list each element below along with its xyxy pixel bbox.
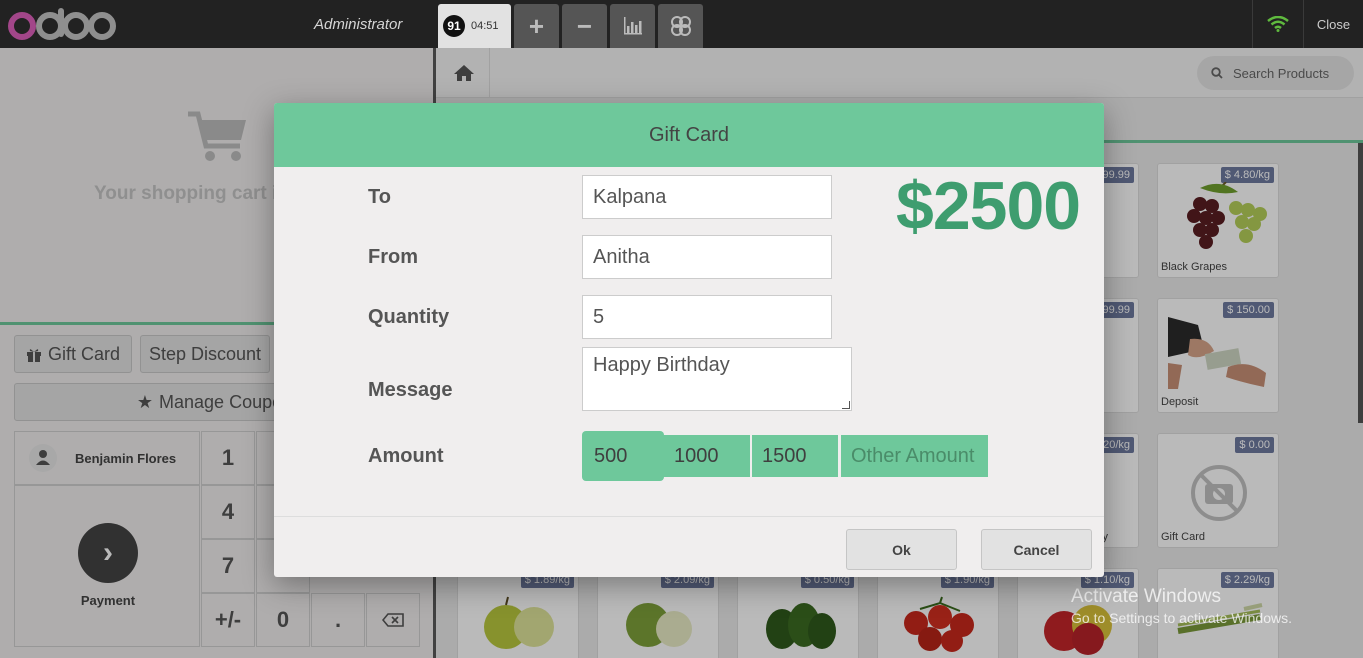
minus-icon: − [576,10,593,41]
top-bar: Administrator 91 04:51 + − Close [0,0,1363,48]
amount-option-500[interactable]: 500 [582,431,664,481]
user-name: Administrator [314,16,403,33]
activate-windows-watermark: Activate Windows Go to Settings to activ… [1071,586,1292,626]
amount-label: Amount [368,445,444,467]
message-text: Happy Birthday [593,354,730,376]
amount-option-other[interactable]: Other Amount [841,435,988,477]
to-label: To [368,186,391,208]
quantity-label: Quantity [368,306,450,328]
resize-handle-icon[interactable] [842,401,850,409]
watermark-line2: Go to Settings to activate Windows. [1071,610,1292,626]
cash-control-button[interactable] [658,4,703,48]
modal-footer-divider [274,516,1104,517]
add-order-button[interactable]: + [514,4,559,48]
quantity-input[interactable]: 5 [582,295,832,339]
from-label: From [368,246,418,268]
coins-icon [670,16,691,36]
gift-card-modal: Gift Card $2500 To Kalpana From Anitha Q… [274,103,1104,577]
modal-title: Gift Card [274,103,1104,167]
plus-icon: + [528,10,545,41]
odoo-logo [6,6,116,42]
gift-card-total-amount: $2500 [896,168,1081,244]
to-input[interactable]: Kalpana [582,175,832,219]
ok-button[interactable]: Ok [846,529,957,570]
order-time: 04:51 [471,20,499,32]
amount-option-1500[interactable]: 1500 [752,435,838,477]
message-textarea[interactable]: Happy Birthday [582,347,852,411]
message-label: Message [368,379,453,401]
order-number: 91 [443,15,465,37]
sales-report-button[interactable] [610,4,655,48]
remove-order-button[interactable]: − [562,4,607,48]
order-tab[interactable]: 91 04:51 [438,4,511,48]
connection-status[interactable] [1252,0,1303,48]
bar-chart-icon [623,17,642,35]
wifi-icon [1267,16,1289,32]
from-input[interactable]: Anitha [582,235,832,279]
cancel-button[interactable]: Cancel [981,529,1092,570]
close-button[interactable]: Close [1303,0,1363,48]
watermark-line1: Activate Windows [1071,586,1221,607]
amount-option-1000[interactable]: 1000 [664,435,750,477]
